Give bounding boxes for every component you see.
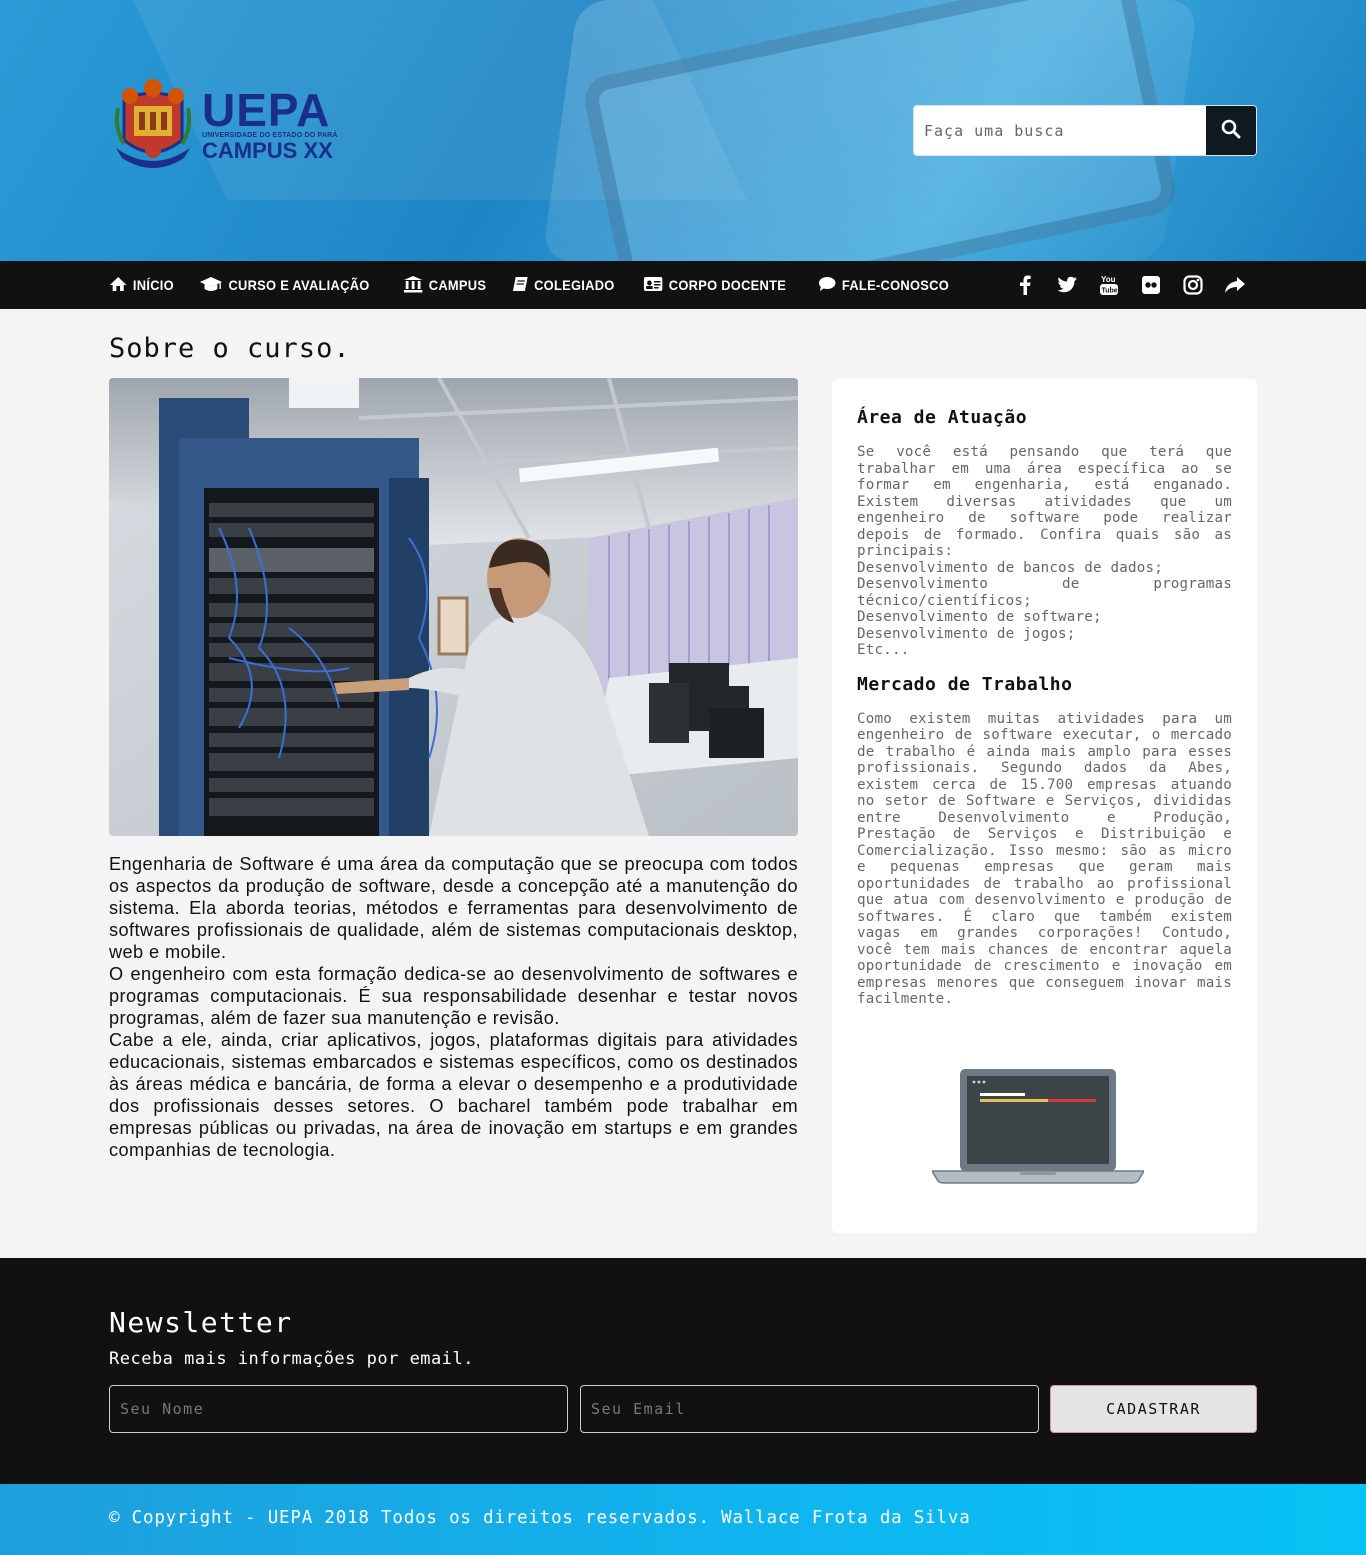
share-icon[interactable] <box>1224 274 1246 296</box>
course-photo <box>109 378 798 836</box>
chat-bubble-icon <box>818 276 842 295</box>
instagram-icon[interactable] <box>1182 274 1204 296</box>
nav-item-inicio[interactable]: INÍCIO <box>109 276 174 295</box>
course-paragraph: O engenheiro com esta formação dedica-se… <box>109 964 798 1028</box>
logo-title: UEPA <box>202 83 331 136</box>
area-atuacao-item: Desenvolvimento de software; <box>857 609 1102 625</box>
book-icon <box>512 276 534 295</box>
newsletter-name-input[interactable] <box>109 1385 568 1433</box>
nav-item-label: FALE-CONOSCO <box>841 277 949 293</box>
laptop-illustration <box>930 1069 1146 1189</box>
institution-icon <box>403 275 429 296</box>
area-atuacao-text: Se você está pensando que terá que traba… <box>857 444 1232 659</box>
page-title: Sobre o curso. <box>109 333 351 364</box>
course-description: Engenharia de Software é uma área da com… <box>109 853 798 1161</box>
nav-item-label: COLEGIADO <box>534 277 616 293</box>
svg-text:You: You <box>1101 275 1116 284</box>
search-icon <box>1221 119 1241 142</box>
nav-item-campus[interactable]: CAMPUS <box>403 275 486 296</box>
search-button[interactable] <box>1206 106 1256 155</box>
area-atuacao-item: Desenvolvimento de jogos; <box>857 625 1076 642</box>
mercado-trabalho-text: Como existem muitas atividades para um e… <box>857 711 1232 1008</box>
search-bar <box>913 105 1257 156</box>
nav-item-label: INÍCIO <box>132 277 174 293</box>
newsletter-title: Newsletter <box>109 1306 293 1339</box>
area-atuacao-intro: Se você está pensando que terá que traba… <box>857 444 1232 559</box>
newsletter-section: Newsletter Receba mais informações por e… <box>0 1258 1366 1484</box>
sidebar-card: Área de Atuação Se você está pensando qu… <box>832 379 1257 1233</box>
main-nav: INÍCIO CURSO E AVALIAÇÃO CAMPUS COLEGIAD… <box>0 261 1366 309</box>
nav-item-label: CURSO E AVALIAÇÃO <box>228 277 370 293</box>
uepa-logo[interactable]: UEPA UNIVERSIDADE DO ESTADO DO PARÁ CAMP… <box>112 78 352 174</box>
mercado-trabalho-paragraph: Como existem muitas atividades para um e… <box>857 710 1232 1008</box>
nav-item-label: CAMPUS <box>428 277 487 293</box>
nav-item-fale-conosco[interactable]: FALE-CONOSCO <box>818 276 949 295</box>
nav-menu: INÍCIO CURSO E AVALIAÇÃO CAMPUS COLEGIAD… <box>109 261 979 309</box>
copyright-bar: © Copyright - UEPA 2018 Todos os direito… <box>0 1484 1366 1555</box>
area-atuacao-item: Desenvolvimento de programas técnico/cie… <box>857 576 1232 609</box>
area-atuacao-item: Etc... <box>857 642 910 658</box>
copyright-text: © Copyright - UEPA 2018 Todos os direito… <box>109 1508 971 1528</box>
facebook-icon[interactable] <box>1014 274 1036 296</box>
area-atuacao-item: Desenvolvimento de bancos de dados; <box>857 559 1163 576</box>
nav-item-corpo-docente[interactable]: CORPO DOCENTE <box>643 276 786 295</box>
logo-campus: CAMPUS XX <box>202 137 333 163</box>
youtube-icon[interactable]: You Tube <box>1098 274 1120 296</box>
main-content: Sobre o curso. Engenharia de Software é … <box>0 309 1366 1258</box>
course-paragraph: Cabe a ele, ainda, criar aplicativos, jo… <box>109 1030 798 1160</box>
home-icon <box>109 276 133 295</box>
nav-item-colegiado[interactable]: COLEGIADO <box>512 276 615 295</box>
logo-text: UEPA UNIVERSIDADE DO ESTADO DO PARÁ CAMP… <box>202 83 338 163</box>
uepa-crest-icon <box>112 78 194 174</box>
area-atuacao-title: Área de Atuação <box>857 407 1028 428</box>
svg-text:Tube: Tube <box>1102 288 1118 295</box>
nav-item-curso-avaliacao[interactable]: CURSO E AVALIAÇÃO <box>199 276 370 295</box>
header-banner: UEPA UNIVERSIDADE DO ESTADO DO PARÁ CAMP… <box>0 0 1366 261</box>
twitter-icon[interactable] <box>1056 274 1078 296</box>
id-card-icon <box>643 276 669 295</box>
search-input[interactable] <box>914 106 1206 155</box>
newsletter-submit-button[interactable]: CADASTRAR <box>1050 1385 1257 1433</box>
graduation-cap-icon <box>199 276 228 295</box>
course-paragraph: Engenharia de Software é uma área da com… <box>109 854 798 962</box>
newsletter-email-input[interactable] <box>580 1385 1039 1433</box>
mercado-trabalho-title: Mercado de Trabalho <box>857 673 1073 695</box>
flickr-icon[interactable] <box>1140 274 1162 296</box>
social-links: You Tube <box>994 261 1246 309</box>
nav-item-label: CORPO DOCENTE <box>668 277 787 293</box>
newsletter-subtitle: Receba mais informações por email. <box>109 1349 474 1369</box>
